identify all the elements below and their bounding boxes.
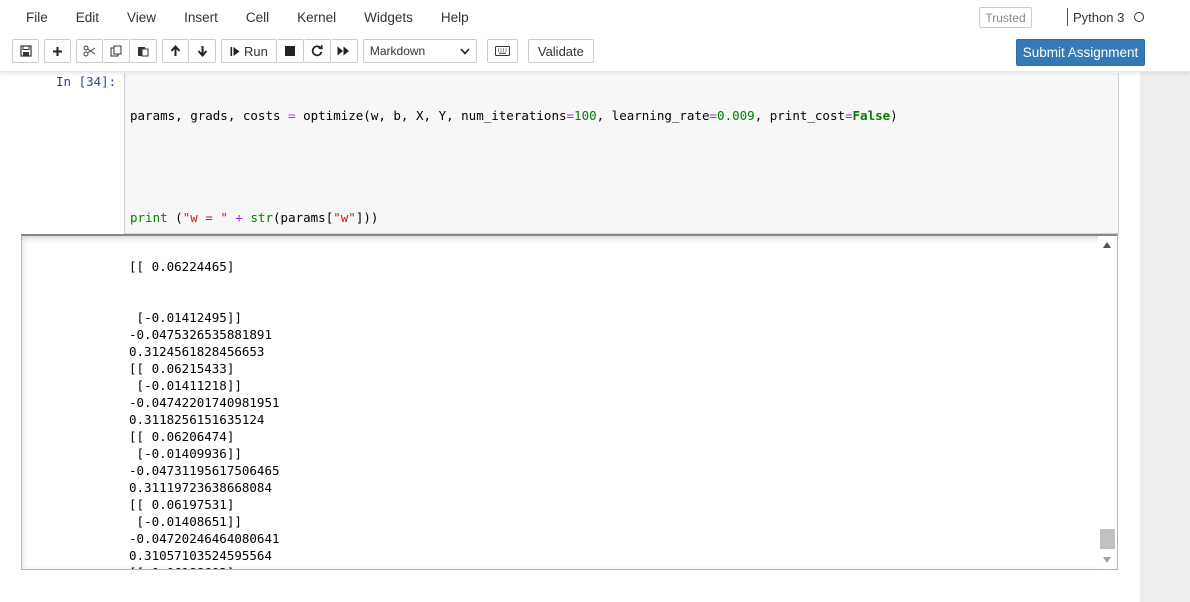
paste-icon (138, 47, 149, 57)
toolbar: Run Markdown Validate (12, 38, 594, 64)
output-line: [[ 0.06224465] (129, 259, 235, 274)
menu-insert[interactable]: Insert (170, 10, 232, 25)
validate-button[interactable]: Validate (527, 39, 594, 63)
submit-assignment-button[interactable]: Submit Assignment (1016, 39, 1145, 66)
scroll-down-icon[interactable] (1103, 557, 1111, 563)
command-palette-button[interactable] (486, 39, 518, 63)
copy-button[interactable] (103, 39, 130, 63)
interrupt-button[interactable] (276, 39, 304, 63)
code-cell-input[interactable]: params, grads, costs = optimize(w, b, X,… (124, 73, 1119, 531)
output-line: -0.0475326535881891 (129, 327, 272, 342)
paste-button[interactable] (130, 39, 157, 63)
cut-button[interactable] (76, 39, 103, 63)
arrow-up-icon (170, 45, 181, 56)
output-line: -0.04742201740981951 (129, 395, 280, 410)
output-line: 0.3124561828456653 (129, 344, 265, 359)
notebook-header: File Edit View Insert Cell Kernel Widget… (0, 0, 1190, 72)
menu-help[interactable]: Help (427, 10, 483, 25)
scrollbar-thumb[interactable] (1100, 529, 1115, 549)
menu-widgets[interactable]: Widgets (350, 10, 427, 25)
step-forward-icon (230, 46, 240, 56)
input-prompt: In [34]: (56, 74, 117, 89)
output-line: 0.3118256151635124 (129, 412, 265, 427)
output-line: 0.31119723638668084 (129, 480, 272, 495)
kernel-indicator: Python 3 (1067, 8, 1145, 26)
plus-icon (53, 46, 62, 56)
output-line: [-0.01412495]] (129, 310, 242, 325)
output-line: [[ 0.06197531] (129, 497, 235, 512)
run-label: Run (244, 43, 268, 59)
kernel-name: Python 3 (1073, 9, 1125, 25)
run-button[interactable]: Run (221, 39, 277, 63)
insert-cell-button[interactable] (44, 39, 71, 63)
save-button[interactable] (12, 39, 39, 63)
arrow-down-icon (197, 46, 207, 57)
notebook-right-gutter (1140, 72, 1190, 602)
fast-forward-icon (337, 46, 350, 56)
output-line: 0.31057103524595564 (129, 548, 272, 563)
output-line: -0.04731195617506465 (129, 463, 280, 478)
chevron-down-icon (460, 47, 470, 55)
move-down-button[interactable] (189, 39, 216, 63)
cell-type-select[interactable]: Markdown (362, 39, 477, 63)
move-up-button[interactable] (162, 39, 189, 63)
menu-cell[interactable]: Cell (232, 10, 283, 25)
stop-icon (284, 46, 295, 56)
restart-run-all-button[interactable] (330, 39, 358, 63)
output-line: [[ 0.06215433] (129, 361, 235, 376)
output-text: [[ 0.06224465] [-0.01412495]] -0.04753265… (129, 236, 280, 569)
output-scrollbar[interactable] (1098, 236, 1117, 569)
cell-type-value: Markdown (369, 44, 426, 58)
menu-file[interactable]: File (12, 10, 62, 25)
menu-kernel[interactable]: Kernel (283, 10, 350, 25)
cell-output-scrolled[interactable]: [[ 0.06224465] [-0.01412495]] -0.04753265… (21, 234, 1118, 570)
trusted-indicator[interactable]: Trusted (979, 7, 1032, 28)
scroll-up-icon[interactable] (1103, 242, 1111, 248)
output-line: [[ 0.06188603] (129, 564, 280, 569)
kernel-idle-icon (1134, 12, 1145, 22)
code-line: params, grads, costs = optimize(w, b, X,… (130, 108, 898, 123)
menu-edit[interactable]: Edit (62, 10, 113, 25)
keyboard-icon (494, 46, 510, 56)
restart-button[interactable] (303, 39, 331, 63)
output-line: [-0.01411218]] (129, 378, 242, 393)
output-line: [[ 0.06206474] (129, 429, 235, 444)
output-line: -0.04720246464080641 (129, 531, 280, 546)
output-line: [-0.01408651]] (129, 514, 242, 529)
output-line: [-0.01409936]] (129, 446, 242, 461)
menubar: File Edit View Insert Cell Kernel Widget… (12, 0, 483, 34)
scissors-icon (83, 45, 96, 57)
menu-view[interactable]: View (113, 10, 170, 25)
code-line: print ("w = " + str(params["w"])) (130, 210, 379, 225)
save-icon (19, 45, 32, 57)
restart-icon (311, 45, 323, 57)
copy-icon (110, 45, 122, 57)
